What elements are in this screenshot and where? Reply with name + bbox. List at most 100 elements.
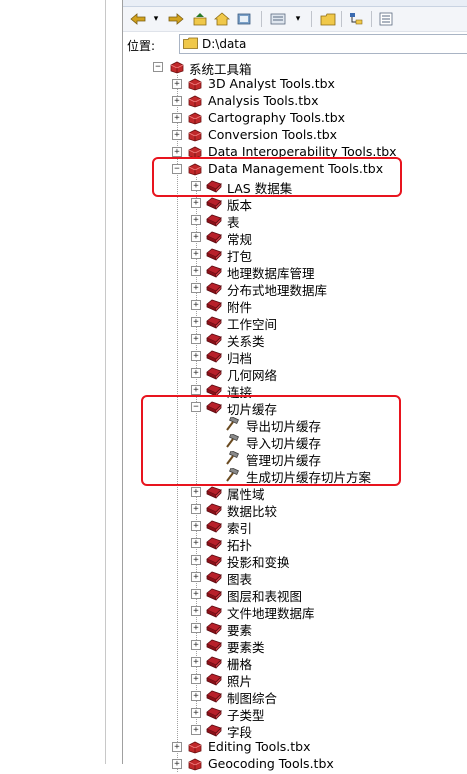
expand-icon[interactable]: + (191, 521, 201, 531)
expand-icon[interactable]: + (191, 640, 201, 650)
expand-icon[interactable]: + (191, 215, 201, 225)
expand-icon[interactable]: + (191, 555, 201, 565)
pane-divider[interactable] (105, 0, 106, 764)
connect-folder-icon[interactable] (235, 10, 253, 28)
toolset-icon (206, 332, 222, 346)
expand-icon[interactable]: + (191, 283, 201, 293)
toolset-icon (206, 553, 222, 567)
expand-icon[interactable]: + (191, 691, 201, 701)
tree-node[interactable]: + 子类型 (123, 704, 467, 723)
toolbox-icon (187, 111, 203, 125)
tree-node[interactable]: + 文件地理数据库 (123, 602, 467, 621)
toolbar-separator (371, 11, 372, 27)
back-dropdown-icon[interactable]: ▾ (147, 10, 165, 28)
toolbar-separator (311, 11, 312, 27)
tree-node[interactable]: + 要素类 (123, 636, 467, 655)
expand-icon[interactable]: + (191, 725, 201, 735)
tree-node[interactable]: + 工作空间 (123, 313, 467, 332)
expand-icon[interactable]: + (172, 742, 182, 752)
expand-icon[interactable]: + (191, 198, 201, 208)
tree-node[interactable]: + Conversion Tools.tbx (123, 126, 467, 143)
tree-node[interactable]: + 打包 (123, 245, 467, 264)
tree-node[interactable]: +3D Analyst Tools.tbx (123, 75, 467, 92)
expand-icon[interactable]: + (191, 572, 201, 582)
toolset-icon (206, 723, 222, 737)
expand-icon[interactable]: + (191, 674, 201, 684)
expand-icon[interactable]: + (172, 759, 182, 769)
tree-node[interactable]: + 索引 (123, 517, 467, 536)
forward-arrow-icon[interactable] (167, 10, 185, 28)
tree-node[interactable]: + 归档 (123, 347, 467, 366)
expand-icon[interactable]: + (172, 96, 182, 106)
toolbox-icon (187, 757, 203, 771)
expand-icon[interactable]: + (172, 147, 182, 157)
tree-node[interactable]: + 制图综合 (123, 687, 467, 706)
location-input[interactable]: D:\data (179, 34, 467, 54)
expand-icon[interactable]: + (191, 589, 201, 599)
expand-icon[interactable]: + (191, 385, 201, 395)
expand-icon[interactable]: + (191, 351, 201, 361)
options-icon[interactable] (377, 10, 395, 28)
toolset-icon (206, 689, 222, 703)
expand-icon[interactable]: + (191, 538, 201, 548)
tree-node[interactable]: + 表 (123, 211, 467, 230)
toolset-icon (206, 587, 222, 601)
expand-icon[interactable]: + (191, 317, 201, 327)
tree-node[interactable]: + 地理数据库管理 (123, 262, 467, 281)
back-arrow-icon[interactable] (129, 10, 147, 28)
tree-node[interactable]: + 关系类 (123, 330, 467, 349)
location-label: 位置: (127, 39, 156, 53)
tree-node[interactable]: + Cartography Tools.tbx (123, 109, 467, 126)
tree-node[interactable]: + 字段 (123, 721, 467, 740)
expand-icon[interactable]: + (191, 708, 201, 718)
expand-icon[interactable]: + (172, 79, 182, 89)
tree-node[interactable]: + 栅格 (123, 653, 467, 672)
catalog-panel: ▾ ▾ 位置: D:\data − 系统工具箱 + 3D Analyst Too… (122, 0, 467, 772)
tree-node[interactable]: + 拓扑 (123, 534, 467, 553)
tree-node[interactable]: + Analysis Tools.tbx (123, 92, 467, 109)
toolset-icon (206, 196, 222, 210)
tree-node[interactable]: + 常规 (123, 228, 467, 247)
expand-icon[interactable]: + (191, 249, 201, 259)
toolset-icon (206, 519, 222, 533)
toolset-icon (206, 502, 222, 516)
toolset-icon (206, 536, 222, 550)
expand-icon[interactable]: + (191, 334, 201, 344)
tree-node[interactable]: + 附件 (123, 296, 467, 315)
expand-icon[interactable]: + (191, 266, 201, 276)
tree-node-label: Conversion Tools.tbx (208, 127, 338, 142)
toolset-icon (206, 621, 222, 635)
toolbar-separator (341, 11, 342, 27)
tree-toggle-icon[interactable] (347, 10, 365, 28)
expand-icon[interactable]: + (191, 487, 201, 497)
tree-node-label: Editing Tools.tbx (208, 739, 311, 754)
expand-icon[interactable]: + (191, 504, 201, 514)
expand-icon[interactable]: + (172, 113, 182, 123)
new-folder-icon[interactable] (319, 10, 337, 28)
home-icon[interactable] (213, 10, 231, 28)
tree-node[interactable]: + 分布式地理数据库 (123, 279, 467, 298)
view-dropdown-icon[interactable]: ▾ (289, 10, 307, 28)
tree-node[interactable]: − 系统工具箱 (123, 58, 467, 77)
toolset-icon (206, 570, 222, 584)
tree-node[interactable]: + 数据比较 (123, 500, 467, 519)
expand-icon[interactable]: + (172, 130, 182, 140)
collapse-icon[interactable]: − (153, 62, 163, 72)
catalog-tree: − 系统工具箱 +3D Analyst Tools.tbx + Analysis Too… (123, 56, 467, 772)
view-list-icon[interactable] (269, 10, 287, 28)
expand-icon[interactable]: + (191, 232, 201, 242)
tree-node[interactable]: + 投影和变换 (123, 551, 467, 570)
expand-icon[interactable]: + (191, 657, 201, 667)
tree-node[interactable]: + Editing Tools.tbx (123, 738, 467, 755)
tree-node[interactable]: + 图表 (123, 568, 467, 587)
expand-icon[interactable]: + (191, 368, 201, 378)
tree-node[interactable]: + 图层和表视图 (123, 585, 467, 604)
expand-icon[interactable]: + (191, 300, 201, 310)
tree-node[interactable]: + 照片 (123, 670, 467, 689)
tree-node[interactable]: + 要素 (123, 619, 467, 638)
expand-icon[interactable]: + (191, 606, 201, 616)
expand-icon[interactable]: + (191, 623, 201, 633)
tree-node[interactable]: + 几何网络 (123, 364, 467, 383)
toolset-icon (206, 298, 222, 312)
up-level-icon[interactable] (191, 10, 209, 28)
